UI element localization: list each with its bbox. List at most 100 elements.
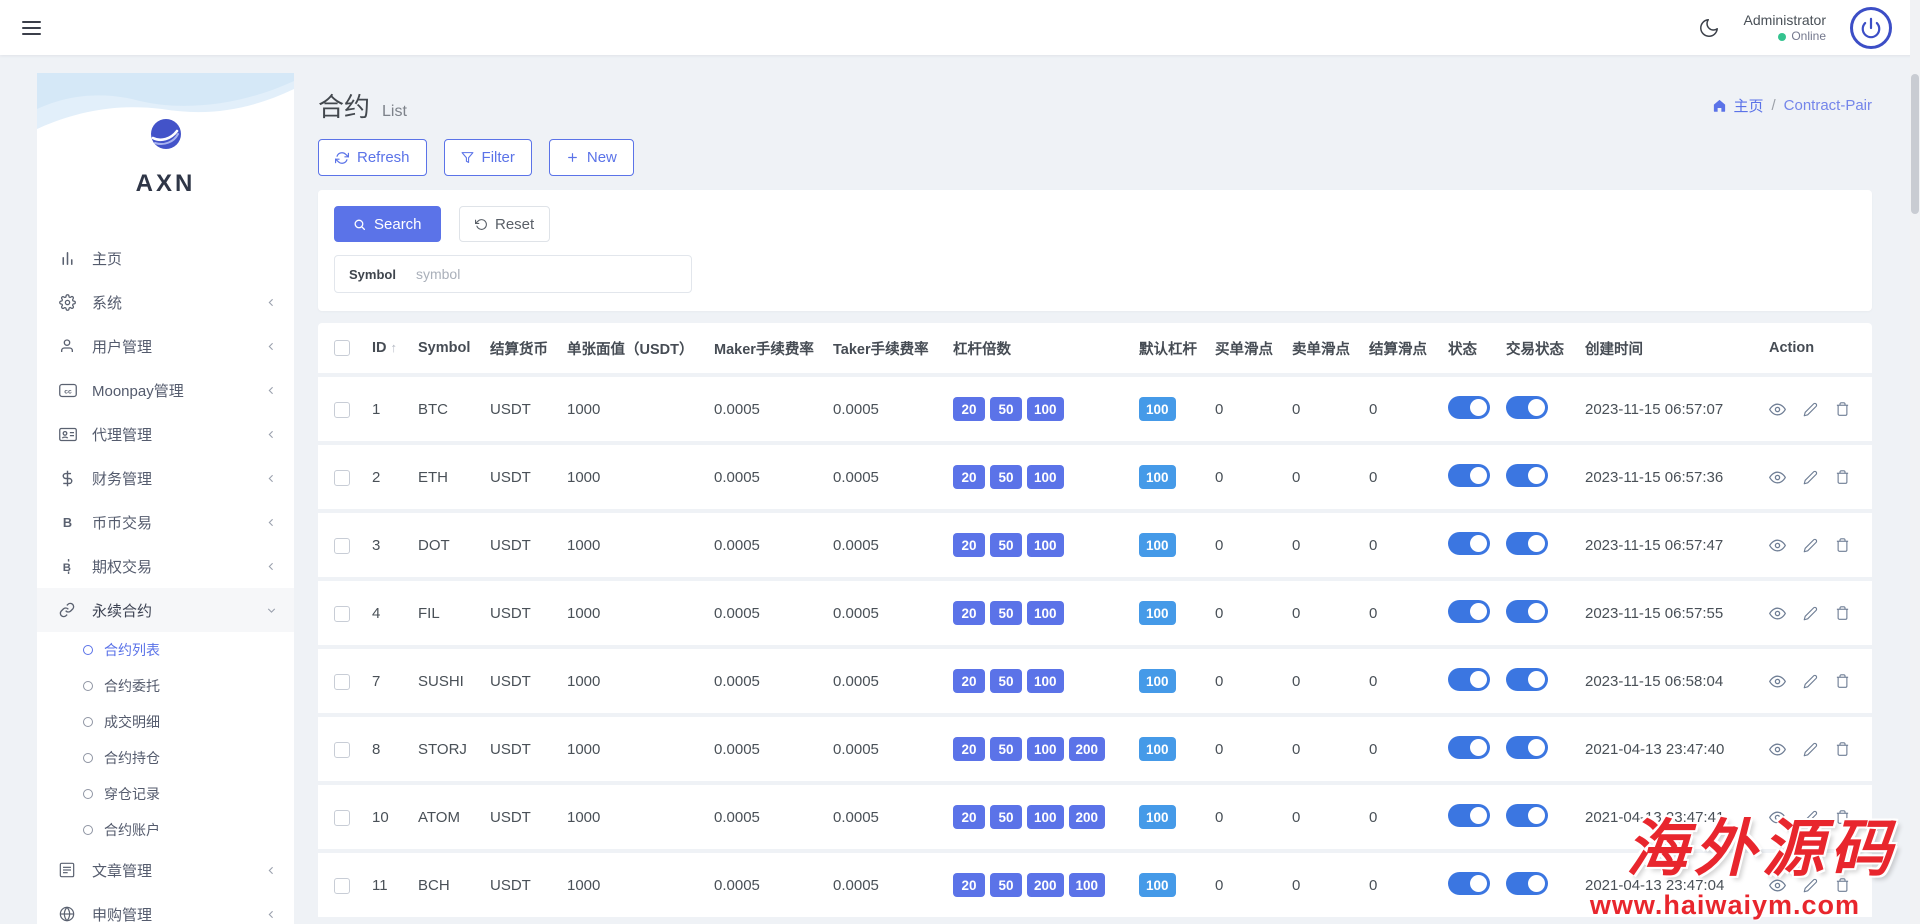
status-toggle[interactable] [1448,396,1490,419]
edit-icon[interactable] [1803,674,1818,689]
trade-status-toggle[interactable] [1506,532,1548,555]
trade-status-toggle[interactable] [1506,668,1548,691]
edit-icon[interactable] [1803,742,1818,757]
edit-icon[interactable] [1803,402,1818,417]
sidebar-item-spot-trade[interactable]: B 币币交易 [37,500,294,544]
status-toggle[interactable] [1448,736,1490,759]
breadcrumb-home-link[interactable]: 主页 [1712,95,1763,116]
scrollbar-thumb[interactable] [1911,74,1919,214]
view-icon[interactable] [1769,537,1786,554]
trade-status-toggle[interactable] [1506,464,1548,487]
moon-icon [1698,17,1720,39]
filter-button[interactable]: Filter [444,139,532,176]
submenu-item-contract-orders[interactable]: 合约委托 [37,668,294,704]
delete-icon[interactable] [1835,741,1850,757]
sidebar-item-perpetual-contract[interactable]: 永续合约 [37,588,294,632]
sidebar-item-home[interactable]: 主页 [37,236,294,280]
row-checkbox[interactable] [334,402,350,418]
user-avatar[interactable] [1850,7,1892,49]
edit-icon[interactable] [1803,606,1818,621]
cell-maker-fee: 0.0005 [704,375,823,443]
edit-icon[interactable] [1803,538,1818,553]
delete-icon[interactable] [1835,401,1850,417]
id-card-icon [59,427,81,442]
delete-icon[interactable] [1835,605,1850,621]
sidebar-item-subscription[interactable]: 申购管理 [37,892,294,924]
row-checkbox[interactable] [334,878,350,894]
sidebar-item-finance[interactable]: 财务管理 [37,456,294,500]
delete-icon[interactable] [1835,673,1850,689]
submenu-item-trade-details[interactable]: 成交明细 [37,704,294,740]
delete-icon[interactable] [1835,537,1850,553]
view-icon[interactable] [1769,605,1786,622]
submenu-item-contract-positions[interactable]: 合约持仓 [37,740,294,776]
dark-mode-toggle[interactable] [1698,17,1720,39]
edit-icon[interactable] [1803,810,1818,825]
home-icon [1712,98,1727,113]
status-toggle[interactable] [1448,532,1490,555]
sidebar-item-options-trade[interactable]: B 期权交易 [37,544,294,588]
view-icon[interactable] [1769,809,1786,826]
cell-face-value: 1000 [557,579,704,647]
sidebar-item-moonpay[interactable]: cc Moonpay管理 [37,368,294,412]
edit-icon[interactable] [1803,470,1818,485]
lever-badge: 100 [1027,737,1064,761]
row-checkbox[interactable] [334,674,350,690]
submenu-item-contract-accounts[interactable]: 合约账户 [37,812,294,848]
status-toggle[interactable] [1448,872,1490,895]
sidebar-item-users[interactable]: 用户管理 [37,324,294,368]
cell-levers: 2050100 [943,375,1129,443]
row-checkbox[interactable] [334,606,350,622]
row-checkbox[interactable] [334,470,350,486]
delete-icon[interactable] [1835,877,1850,893]
lever-badge: 50 [990,465,1022,489]
select-all-checkbox[interactable] [334,340,350,356]
cell-levers: 2050100200 [943,715,1129,783]
status-toggle[interactable] [1448,464,1490,487]
lever-badge: 20 [953,601,985,625]
trade-status-toggle[interactable] [1506,396,1548,419]
symbol-input[interactable] [410,256,691,292]
view-icon[interactable] [1769,741,1786,758]
row-checkbox[interactable] [334,810,350,826]
refresh-button[interactable]: Refresh [318,139,427,176]
search-button[interactable]: Search [334,206,441,242]
delete-icon[interactable] [1835,469,1850,485]
new-button[interactable]: New [549,139,634,176]
lever-badge: 200 [1027,873,1064,897]
sidebar-item-articles[interactable]: 文章管理 [37,848,294,892]
scrollbar-track[interactable] [1910,0,1920,924]
status-toggle[interactable] [1448,668,1490,691]
view-icon[interactable] [1769,877,1786,894]
status-toggle[interactable] [1448,600,1490,623]
view-icon[interactable] [1769,673,1786,690]
trade-status-toggle[interactable] [1506,872,1548,895]
edit-icon[interactable] [1803,878,1818,893]
cell-settle-slippage: 0 [1359,443,1438,511]
trade-status-toggle[interactable] [1506,600,1548,623]
chevron-down-icon [265,604,278,617]
sidebar-item-system[interactable]: 系统 [37,280,294,324]
view-icon[interactable] [1769,401,1786,418]
refresh-icon [335,151,349,165]
breadcrumb-current[interactable]: Contract-Pair [1784,97,1872,114]
row-checkbox[interactable] [334,742,350,758]
trade-status-toggle[interactable] [1506,804,1548,827]
lever-badge: 50 [990,601,1022,625]
reset-button[interactable]: Reset [459,206,550,242]
menu-toggle-button[interactable] [16,10,52,46]
cell-created-at: 2023-11-15 06:57:36 [1575,443,1759,511]
delete-icon[interactable] [1835,809,1850,825]
row-checkbox[interactable] [334,538,350,554]
table-body: 1 BTC USDT 1000 0.0005 0.0005 2050100 10… [318,375,1872,919]
view-icon[interactable] [1769,469,1786,486]
status-toggle[interactable] [1448,804,1490,827]
default-lever-badge: 100 [1139,397,1176,421]
trade-status-toggle[interactable] [1506,736,1548,759]
sidebar-item-agents[interactable]: 代理管理 [37,412,294,456]
sort-arrow-icon[interactable]: ↑ [391,340,398,355]
svg-text:cc: cc [64,388,72,395]
submenu-item-contract-list[interactable]: 合约列表 [37,632,294,668]
cell-maker-fee: 0.0005 [704,443,823,511]
submenu-item-liquidation-records[interactable]: 穿仓记录 [37,776,294,812]
